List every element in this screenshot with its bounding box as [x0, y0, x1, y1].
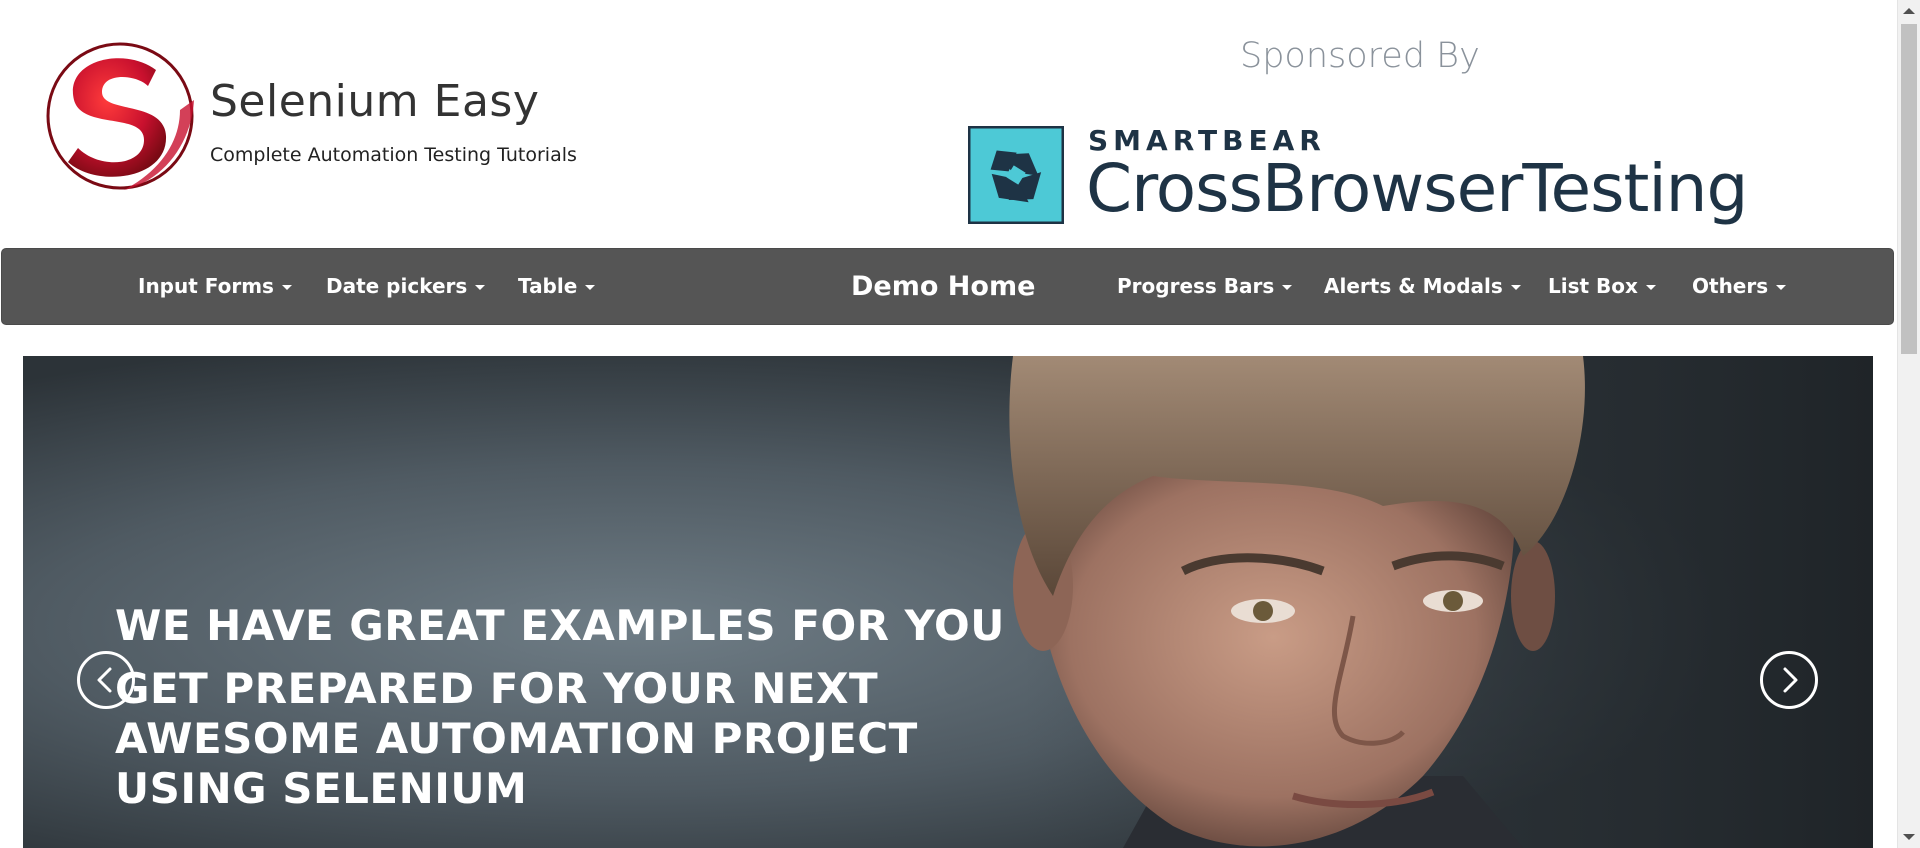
nav-list-box[interactable]: List Box	[1548, 249, 1656, 324]
scroll-down-arrow-icon[interactable]	[1903, 834, 1915, 840]
nav-alerts-modals[interactable]: Alerts & Modals	[1324, 249, 1521, 324]
page-scrollbar[interactable]	[1897, 0, 1920, 848]
sponsor-product: CrossBrowserTesting	[1086, 150, 1748, 227]
crossbrowsertesting-logo-icon	[968, 126, 1064, 224]
logo-subtitle: Complete Automation Testing Tutorials	[210, 144, 577, 166]
nav-others[interactable]: Others	[1692, 249, 1787, 324]
site-header: Selenium Easy Complete Automation Testin…	[0, 0, 1897, 248]
sponsor-label: Sponsored By	[1240, 36, 1480, 76]
scroll-up-arrow-icon[interactable]	[1903, 8, 1915, 14]
nav-item-label: Alerts & Modals	[1324, 274, 1503, 298]
nav-item-label: List Box	[1548, 274, 1638, 298]
sponsor-banner-link[interactable]: SMARTBEAR CrossBrowserTesting	[968, 124, 1748, 234]
carousel-next-button[interactable]	[1760, 651, 1818, 709]
nav-demo-home[interactable]: Demo Home	[851, 249, 1035, 324]
carousel-prev-button[interactable]	[77, 651, 135, 709]
hero-carousel: WE HAVE GREAT EXAMPLES FOR YOU GET PREPA…	[23, 356, 1873, 848]
scrollbar-thumb[interactable]	[1901, 24, 1917, 354]
nav-item-label: Progress Bars	[1117, 274, 1275, 298]
caret-down-icon	[585, 285, 596, 290]
caret-down-icon	[1510, 285, 1521, 290]
chevron-right-icon	[1783, 667, 1798, 693]
site-logo-link[interactable]: Selenium Easy Complete Automation Testin…	[44, 40, 614, 192]
caret-down-icon	[1282, 285, 1293, 290]
main-navbar: Input Forms Date pickers Table Demo Home…	[1, 248, 1894, 325]
nav-table[interactable]: Table	[518, 249, 596, 324]
carousel-caption: WE HAVE GREAT EXAMPLES FOR YOU GET PREPA…	[115, 600, 1075, 814]
nav-date-pickers[interactable]: Date pickers	[326, 249, 486, 324]
carousel-caption-title: WE HAVE GREAT EXAMPLES FOR YOU	[115, 601, 1005, 650]
selenium-logo-icon	[46, 42, 194, 190]
nav-input-forms[interactable]: Input Forms	[138, 249, 292, 324]
carousel-caption-text: GET PREPARED FOR YOUR NEXT AWESOME AUTOM…	[115, 664, 918, 813]
nav-item-label: Others	[1692, 274, 1769, 298]
logo-title: Selenium Easy	[210, 76, 540, 127]
caret-down-icon	[281, 285, 292, 290]
caret-down-icon	[1776, 285, 1787, 290]
caret-down-icon	[1645, 285, 1656, 290]
nav-progress-bars[interactable]: Progress Bars	[1117, 249, 1293, 324]
caret-down-icon	[475, 285, 486, 290]
nav-item-label: Input Forms	[138, 274, 274, 298]
chevron-left-icon	[97, 667, 112, 693]
nav-item-label: Date pickers	[326, 274, 468, 298]
nav-item-label: Table	[518, 274, 578, 298]
